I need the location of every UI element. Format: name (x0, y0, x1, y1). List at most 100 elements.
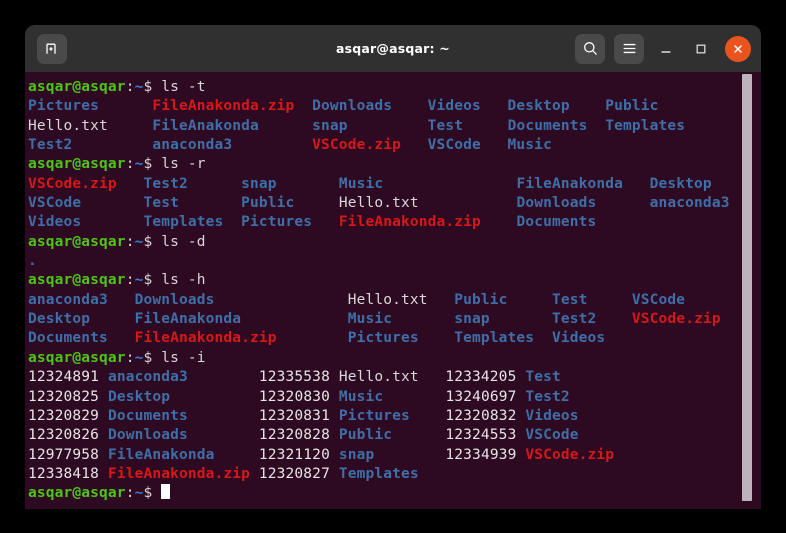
terminal-entry: 12320830 (258, 388, 330, 405)
window-controls (575, 25, 751, 72)
terminal-entry: 12324891 (28, 369, 100, 386)
terminal-window: asqar@asqar: ~ asqar@asqar:~$ ls -t Pict… (25, 25, 761, 509)
terminal-entry: 12324553 (445, 427, 517, 444)
terminal-entry: 13240697 (445, 388, 517, 405)
terminal-scrollbar[interactable] (742, 72, 752, 509)
terminal-command: ls -i (161, 349, 206, 366)
terminal-entry: Documents (28, 330, 108, 347)
menu-button[interactable] (614, 33, 644, 64)
terminal-prompt-line: asqar@asqar:~$ ls -t (28, 78, 761, 97)
prompt-sigil: $ (143, 79, 162, 95)
prompt-sigil: $ (143, 485, 162, 502)
terminal-entry: Test2 (525, 388, 570, 405)
terminal-entry: Test2 (143, 175, 188, 192)
terminal-entry: Videos (28, 214, 82, 231)
prompt-user-host: asqar@asqar (28, 349, 126, 366)
terminal-entry: 12334205 (445, 369, 517, 386)
terminal-entry: Hello.txt (28, 117, 108, 134)
column-gap (596, 195, 649, 211)
column-gap (383, 389, 445, 405)
column-gap (81, 195, 143, 211)
terminal-entry: 12320828 (258, 427, 330, 444)
minimize-button[interactable] (653, 36, 679, 62)
terminal-entry: VSCode.zip (525, 446, 615, 463)
terminal-screen[interactable]: asqar@asqar:~$ ls -t Pictures FileAnakond… (25, 72, 761, 509)
column-gap (570, 98, 606, 114)
column-gap (72, 137, 152, 153)
terminal-entry: FileAnakonda.zip (134, 330, 277, 347)
terminal-output-line: Videos Templates Pictures FileAnakonda.z… (28, 213, 761, 232)
terminal-entry: VSCode.zip (631, 311, 721, 328)
terminal-entry: Test (143, 195, 179, 212)
column-gap (463, 118, 507, 134)
prompt-user-host: asqar@asqar (28, 233, 126, 250)
terminal-entry: Templates (143, 214, 224, 231)
prompt-colon: : (125, 156, 135, 173)
column-gap (108, 292, 135, 308)
terminal-entry: Test (551, 291, 588, 308)
terminal-entry: Downloads (312, 98, 393, 115)
column-gap (481, 137, 508, 153)
terminal-output-line: VSCode.zip Test2 snap Music FileAnakonda… (28, 175, 761, 194)
terminal-cursor (161, 484, 171, 500)
terminal-entry: Desktop (507, 98, 570, 115)
minimize-icon (661, 50, 671, 53)
terminal-entry: VSCode (427, 137, 481, 154)
terminal-entry: . (28, 253, 37, 270)
column-gap (374, 447, 445, 463)
terminal-entry: Music (338, 388, 384, 405)
terminal-entry: Desktop (28, 311, 91, 328)
terminal-entry: VSCode (631, 291, 686, 308)
scrollbar-thumb[interactable] (742, 74, 752, 501)
terminal-command: ls -r (161, 156, 206, 173)
terminal-entry: VSCode.zip (28, 175, 117, 192)
prompt-sigil: $ (143, 272, 162, 289)
terminal-output-line: 12320826 Downloads 12320828 Public 12324… (28, 426, 761, 445)
terminal-entry: Hello.txt (338, 195, 419, 212)
terminal-entry: FileAnakonda.zip (152, 98, 295, 115)
terminal-prompt-line: asqar@asqar:~$ ls -h (28, 271, 761, 290)
terminal-entry: Music (347, 311, 393, 328)
terminal-entry: FileAnakonda (152, 117, 259, 134)
column-gap (419, 330, 455, 346)
column-gap (587, 118, 605, 134)
terminal-entry: Templates (454, 330, 535, 347)
close-button[interactable] (725, 35, 751, 62)
terminal-entry: Pictures (338, 407, 410, 424)
new-tab-icon (46, 43, 56, 54)
column-gap (330, 369, 339, 385)
column-gap (330, 427, 339, 443)
terminal-entry: Test (427, 117, 464, 134)
terminal-command: ls -d (161, 233, 206, 250)
terminal-entry: 12320826 (28, 427, 100, 444)
search-button[interactable] (575, 33, 605, 64)
column-gap (428, 292, 455, 308)
hamburger-menu-icon (623, 43, 635, 54)
maximize-button[interactable] (688, 36, 714, 62)
column-gap (508, 292, 552, 308)
terminal-prompt-line: asqar@asqar:~$ (28, 484, 761, 503)
terminal-entry: snap (454, 311, 490, 328)
column-gap (419, 195, 517, 211)
terminal-entry: Music (507, 137, 552, 154)
prompt-colon: : (125, 233, 135, 250)
terminal-prompt-line: asqar@asqar:~$ ls -r (28, 155, 761, 174)
terminal-entry: 12320825 (28, 388, 100, 405)
terminal-entry: Documents (107, 407, 188, 424)
terminal-entry: 12320829 (28, 407, 100, 424)
close-icon (734, 44, 742, 53)
terminal-entry: FileAnakonda.zip (107, 465, 251, 482)
new-tab-button[interactable] (37, 33, 67, 64)
column-gap (232, 137, 312, 153)
terminal-entry: Pictures (347, 330, 419, 347)
terminal-entry: anaconda3 (152, 137, 233, 154)
terminal-entry: FileAnakonda (516, 175, 624, 192)
column-gap (99, 427, 108, 443)
column-gap (214, 292, 347, 308)
column-gap (99, 447, 108, 463)
column-gap (215, 447, 259, 463)
terminal-entry: Test2 (551, 311, 597, 328)
title-bar: asqar@asqar: ~ (25, 25, 761, 72)
terminal-entry: Documents (507, 117, 588, 134)
terminal-entry: Documents (516, 214, 597, 231)
